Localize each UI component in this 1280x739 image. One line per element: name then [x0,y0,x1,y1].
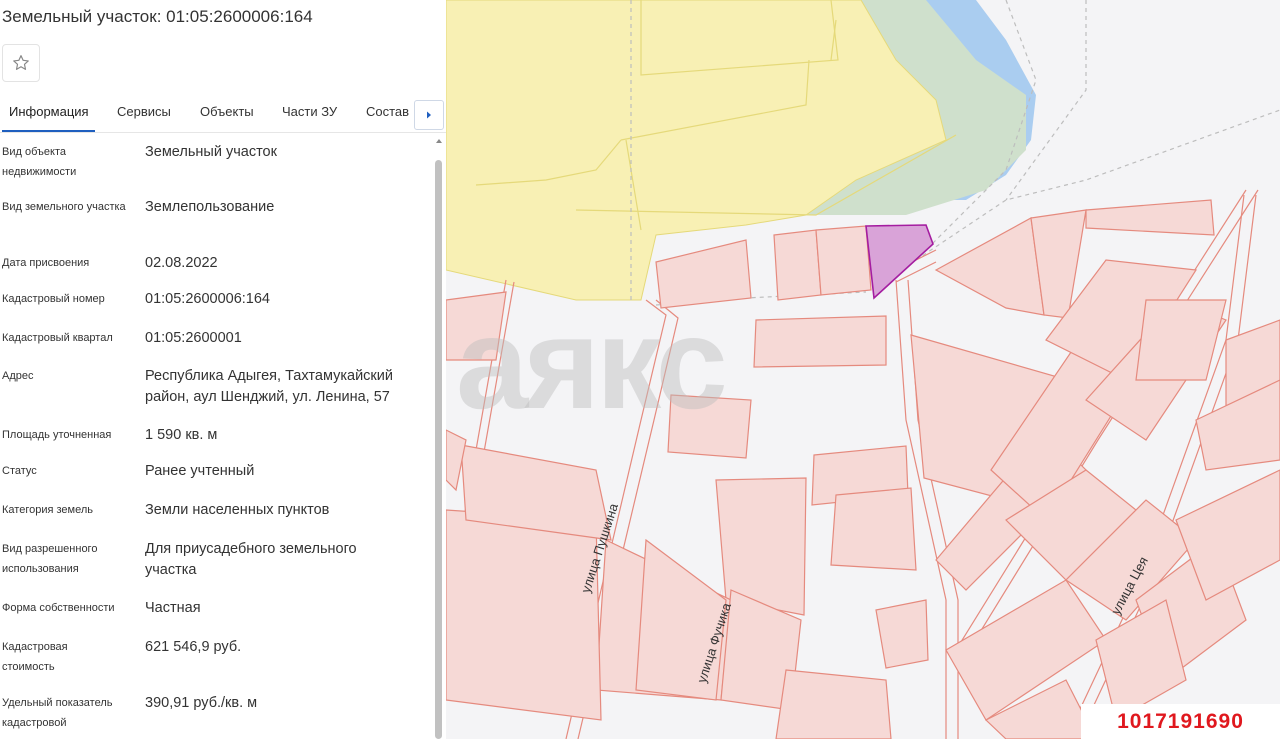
property-label: Удельный показатель кадастровой [2,697,113,729]
scroll-up-arrow-icon[interactable] [434,136,444,146]
property-label: Дата присвоения [2,257,90,269]
property-value: Земли населенных пунктов [145,502,330,518]
property-value: 02.08.2022 [145,255,218,271]
property-value: Для приусадебного земельного участка [145,541,357,578]
property-label: Вид объекта недвижимости [2,146,77,178]
cadastral-map[interactable]: аякс улица Пушкина улица Фучика улица Це… [446,0,1280,739]
page-title: Земельный участок: 01:05:2600006:164 [2,7,313,26]
property-label: Площадь уточненная [2,429,112,441]
scrollbar-thumb[interactable] [435,160,442,739]
agency-watermark-logo: аякс [456,300,729,436]
property-value: 390,91 руб./кв. м [145,695,258,711]
property-value: 01:05:2600006:164 [145,291,270,307]
property-value: Землепользование [145,199,275,215]
star-outline-icon [13,55,29,70]
property-label: Статус [2,465,37,477]
property-label: Вид земельного участка [2,201,126,213]
listing-id-badge: 1017191690 [1081,704,1280,739]
property-value: Ранее учтенный [145,463,255,479]
favorite-button[interactable] [2,44,40,82]
property-label: Кадастровый номер [2,293,105,305]
tab-bar: Информация Сервисы Объекты Части ЗУ Сост… [0,96,446,133]
tab-information[interactable]: Информация [2,96,95,132]
property-label: Адрес [2,370,34,382]
property-label: Кадастровая стоимость [2,641,68,673]
property-value: Земельный участок [145,144,277,160]
property-value: Частная [145,600,201,616]
property-value: Республика Адыгея, Тахтамукайский район,… [145,368,393,405]
property-value: 01:05:2600001 [145,330,242,346]
tab-objects[interactable]: Объекты [200,96,254,132]
chevron-right-icon [427,111,431,119]
tab-services[interactable]: Сервисы [117,96,171,132]
property-label: Кадастровый квартал [2,332,113,344]
tab-parts[interactable]: Части ЗУ [282,96,337,132]
property-value: 621 546,9 руб. [145,639,242,655]
property-label: Форма собственности [2,602,115,614]
property-value: 1 590 кв. м [145,427,218,443]
property-label: Категория земель [2,504,93,516]
svg-text:аякс: аякс [456,300,725,436]
info-panel: Земельный участок: 01:05:2600006:164 Инф… [0,0,446,739]
tab-composition[interactable]: Состав [366,96,412,132]
tabs-scroll-right-button[interactable] [414,100,444,130]
property-label: Вид разрешенного использования [2,543,98,575]
selected-parcel[interactable] [865,224,934,300]
